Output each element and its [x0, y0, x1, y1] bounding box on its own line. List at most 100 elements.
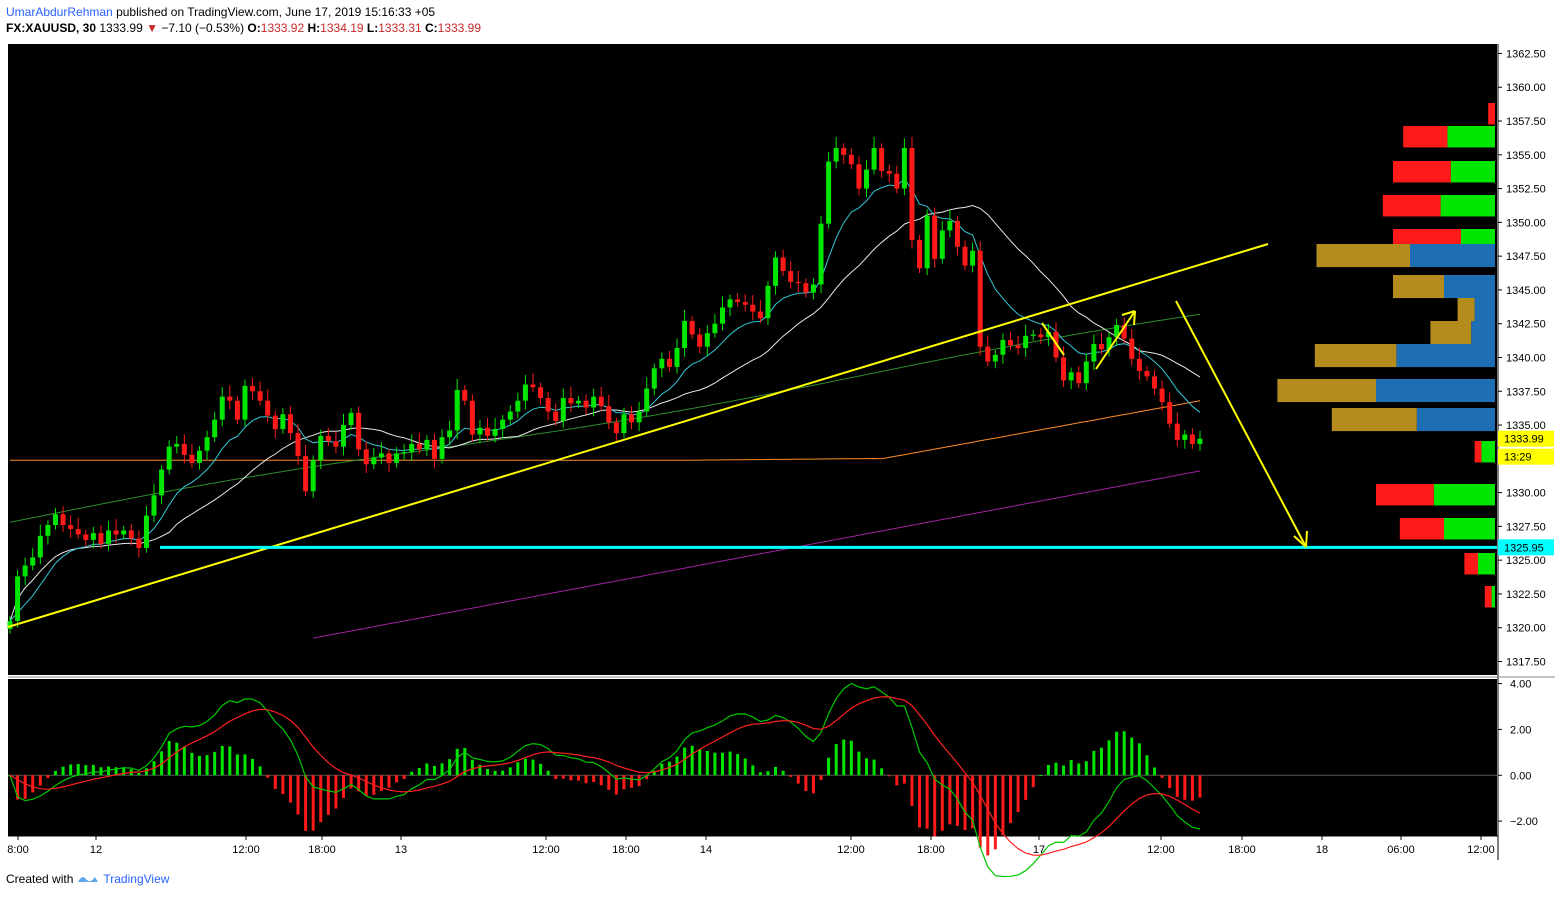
macd-histogram-bar: [38, 775, 42, 786]
candle: [1038, 334, 1044, 338]
candle: [719, 307, 725, 324]
macd-histogram-bar: [683, 747, 687, 776]
macd-histogram-bar: [197, 755, 201, 776]
vp-up-bar: [1444, 518, 1495, 540]
candle: [682, 320, 688, 349]
price-tick-label: 1322.50: [1506, 589, 1546, 601]
candle: [901, 148, 907, 189]
time-tick-label: 18:00: [1228, 844, 1256, 856]
macd-histogram-bar: [986, 775, 990, 856]
candle: [45, 525, 51, 536]
candle: [932, 215, 938, 259]
vp-up-bar: [1396, 344, 1495, 368]
macd-histogram-bar: [720, 752, 724, 776]
price-tick-label: 1362.50: [1506, 48, 1546, 60]
price-tick-label: 1320.00: [1506, 623, 1546, 635]
candle: [272, 415, 278, 430]
candle: [181, 443, 187, 455]
macd-histogram-bar: [705, 751, 709, 776]
candle: [970, 250, 976, 266]
price-tick-label: 1350.00: [1506, 217, 1546, 229]
macd-histogram-bar: [576, 775, 580, 781]
candle: [826, 161, 832, 224]
candle: [1030, 334, 1036, 336]
candle: [894, 173, 900, 189]
macd-histogram-bar: [864, 758, 868, 776]
macd-histogram-bar: [486, 769, 490, 776]
macd-histogram-bar: [630, 775, 634, 788]
macd-histogram-bar: [690, 745, 694, 776]
macd-histogram-bar: [137, 772, 141, 776]
macd-histogram-bar: [1046, 764, 1050, 776]
tradingview-link[interactable]: TradingView: [103, 872, 169, 886]
macd-histogram-bar: [1054, 762, 1058, 776]
candle: [318, 435, 324, 461]
candle: [113, 530, 119, 535]
macd-histogram-bar: [599, 775, 603, 786]
macd-histogram-bar: [1115, 731, 1119, 776]
candle: [757, 311, 763, 319]
macd-histogram-bar: [288, 775, 292, 803]
candle: [106, 530, 112, 544]
time-tick-label: 18: [1316, 844, 1328, 856]
time-tick-label: 12: [90, 844, 102, 856]
chart-canvas[interactable]: 1362.50 1360.00 1357.50 1355.00 1352.50 1350.…: [0, 0, 1560, 898]
macd-pane: [8, 679, 1497, 836]
vp-up-bar: [1478, 553, 1495, 575]
candle: [1159, 388, 1165, 403]
macd-tick-label: 4.00: [1510, 679, 1531, 691]
price-tick-label: 1357.50: [1506, 116, 1546, 128]
vp-up-bar: [1481, 441, 1495, 463]
macd-histogram-bar: [1099, 747, 1103, 776]
vp-up-bar: [1491, 586, 1495, 608]
candle: [606, 406, 612, 423]
time-tick-label: 12:00: [232, 844, 260, 856]
macd-histogram-bar: [470, 759, 474, 776]
candle: [765, 285, 771, 319]
candle: [348, 412, 354, 426]
macd-histogram-bar: [175, 742, 179, 776]
macd-histogram-bar: [918, 775, 922, 828]
candle: [159, 469, 165, 496]
price-tick-label: 1335.00: [1506, 420, 1546, 432]
candle: [492, 429, 498, 436]
candle: [280, 414, 286, 430]
candle: [121, 530, 127, 535]
macd-histogram-bar: [220, 745, 224, 776]
macd-histogram-bar: [46, 775, 50, 779]
macd-histogram-bar: [273, 775, 277, 789]
macd-histogram-bar: [235, 754, 239, 776]
macd-histogram-bar: [1062, 765, 1066, 776]
time-tick-label: 18:00: [917, 844, 945, 856]
macd-histogram-bar: [827, 757, 831, 776]
macd-histogram-bar: [508, 767, 512, 776]
candle: [750, 304, 756, 312]
vp-up-bar: [1410, 244, 1495, 268]
candle: [773, 257, 779, 286]
macd-histogram-bar: [1198, 775, 1202, 798]
candle: [727, 299, 733, 308]
macd-histogram-bar: [349, 775, 353, 789]
macd-histogram-bar: [569, 775, 573, 781]
macd-histogram-bar: [31, 775, 35, 793]
macd-histogram-bar: [796, 775, 800, 784]
macd-histogram-bar: [539, 763, 543, 776]
candle: [15, 576, 21, 621]
candle: [666, 358, 672, 367]
candle: [227, 396, 233, 401]
vp-down-bar: [1430, 321, 1472, 345]
candle: [462, 389, 468, 401]
candle: [856, 164, 862, 189]
macd-histogram-bar: [531, 759, 535, 776]
macd-histogram-bar: [963, 775, 967, 831]
time-tick-label: 14: [700, 844, 712, 856]
macd-histogram-bar: [523, 758, 527, 776]
candle: [788, 270, 794, 282]
candle: [90, 533, 96, 540]
candle: [545, 398, 551, 412]
macd-histogram-bar: [1130, 737, 1134, 776]
candle: [189, 454, 195, 463]
candle: [1098, 343, 1104, 350]
candle: [83, 534, 89, 540]
candle: [560, 398, 566, 421]
